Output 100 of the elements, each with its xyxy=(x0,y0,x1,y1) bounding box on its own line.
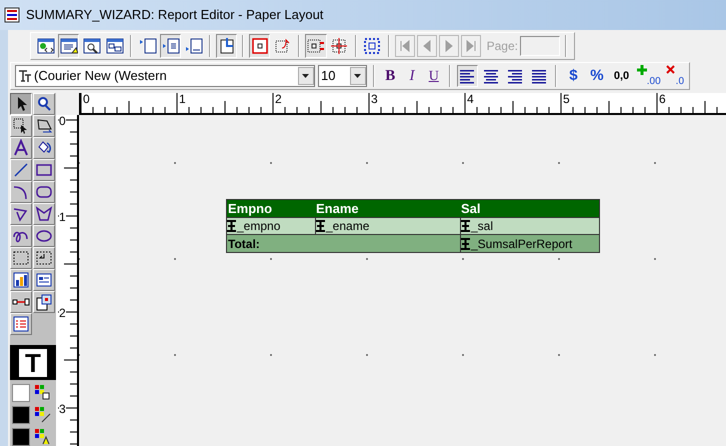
select-tool-button[interactable] xyxy=(10,93,32,115)
freehand-tool-button[interactable] xyxy=(10,225,32,247)
plus-icon xyxy=(636,65,647,75)
field-anchor-icon xyxy=(461,238,470,250)
square-arrow-icon xyxy=(274,37,292,55)
italic-button[interactable]: I xyxy=(402,65,422,87)
form-window-icon xyxy=(35,271,53,289)
repeating-frame-tool-button[interactable] xyxy=(33,247,55,269)
embedded-object-icon xyxy=(35,293,53,311)
total-label: Total: xyxy=(227,236,261,252)
body-section-button[interactable] xyxy=(160,34,182,58)
frame-tool-icon xyxy=(12,249,30,267)
reshape-tool-button[interactable] xyxy=(33,115,55,137)
web-source-icon xyxy=(36,37,55,55)
remove-decimal-button[interactable]: .0 xyxy=(664,65,686,87)
square-icon xyxy=(250,37,269,55)
text-color-palette-icon[interactable] xyxy=(34,428,52,446)
commas-button[interactable]: 0,0 xyxy=(610,65,633,87)
font-size-dropdown[interactable]: 10 xyxy=(318,65,367,87)
chart-tool-button[interactable] xyxy=(10,269,32,291)
align-left-icon xyxy=(458,67,476,85)
rectangle-tool-button[interactable] xyxy=(33,159,55,181)
text-tool-button[interactable] xyxy=(10,137,32,159)
polygon-tool-button[interactable] xyxy=(33,203,55,225)
move-cross-icon xyxy=(330,37,348,55)
ruler-number: 0 xyxy=(59,115,66,127)
align-left-button[interactable] xyxy=(457,65,478,87)
form-tool-button[interactable] xyxy=(33,269,55,291)
page-number-field[interactable] xyxy=(520,36,560,56)
align-justify-icon xyxy=(530,67,548,85)
underline-button[interactable]: U xyxy=(424,65,444,87)
ruler-number: 4 xyxy=(467,93,474,105)
square-button[interactable] xyxy=(249,34,270,58)
cross-icon xyxy=(666,65,676,75)
confine-icon xyxy=(218,37,236,55)
ruler-number: 3 xyxy=(59,403,66,415)
ruler-number: 1 xyxy=(59,211,66,223)
frame-select-tool-button[interactable] xyxy=(10,115,32,137)
ruler-number: 2 xyxy=(275,93,282,105)
ruler-number: 3 xyxy=(371,93,378,105)
margin-bottom-icon xyxy=(184,37,203,55)
text-color-swatch[interactable] xyxy=(12,428,30,446)
arc-tool-button[interactable] xyxy=(10,181,32,203)
paper-design-button[interactable] xyxy=(58,34,80,58)
rounded-rectangle-tool-button[interactable] xyxy=(33,181,55,203)
ruler-number: 6 xyxy=(659,93,666,105)
field-list-tool-button[interactable] xyxy=(10,313,32,335)
frame-tool-button[interactable] xyxy=(10,247,32,269)
align-center-icon xyxy=(482,67,500,85)
line-tool-icon xyxy=(12,161,30,179)
currency-button[interactable]: $ xyxy=(563,65,584,87)
summary-field-cell: _SumsalPerReport xyxy=(460,235,599,252)
ruler-number: 1 xyxy=(179,93,186,105)
field-anchor-icon xyxy=(316,220,325,232)
text-color-sample: T xyxy=(19,348,47,376)
percent-button[interactable]: % xyxy=(586,65,608,87)
column-header: Ename xyxy=(315,200,360,217)
fill-color-palette-icon[interactable] xyxy=(34,384,52,402)
ruler-number: 5 xyxy=(563,93,570,105)
page-label: Page: xyxy=(486,38,518,55)
line-tool-button[interactable] xyxy=(10,159,32,181)
field-cell: _empno xyxy=(227,218,315,234)
column-header: Empno xyxy=(227,200,274,217)
field-list-icon xyxy=(12,315,30,333)
fill-color-swatch[interactable] xyxy=(12,384,30,402)
ruler-number: 2 xyxy=(59,307,66,319)
add-decimal-button[interactable]: .00 xyxy=(636,65,662,87)
margin-top-icon xyxy=(138,37,157,55)
field-anchor-icon xyxy=(227,220,236,232)
align-right-icon xyxy=(506,67,524,85)
paper-design-icon xyxy=(60,37,78,55)
column-header: Sal xyxy=(460,200,482,217)
line-color-palette-icon[interactable] xyxy=(34,406,52,424)
magnify-icon xyxy=(35,95,53,113)
line-color-swatch[interactable] xyxy=(12,406,30,424)
magnify-tool-button[interactable] xyxy=(33,93,55,115)
select-frame-icon xyxy=(363,37,382,55)
field-anchor-icon xyxy=(461,220,470,232)
data-model-icon xyxy=(106,37,124,55)
confine-button[interactable] xyxy=(216,34,238,58)
font-icon xyxy=(18,69,32,83)
reshape-icon xyxy=(35,117,53,135)
preview-icon xyxy=(82,37,101,55)
text-tool-icon xyxy=(12,139,30,157)
ole-tool-button[interactable] xyxy=(33,291,55,313)
polygon-tool-icon xyxy=(35,205,53,223)
font-dropdown[interactable]: (Courier New (Western xyxy=(15,65,315,87)
repeating-frame-tool-icon xyxy=(35,249,53,267)
rotate-tool-button[interactable] xyxy=(33,137,55,159)
ellipse-tool-button[interactable] xyxy=(33,225,55,247)
body-section-icon xyxy=(162,37,180,55)
link-tool-button[interactable] xyxy=(10,291,32,313)
align-objects-icon xyxy=(306,37,325,55)
report-app-icon xyxy=(4,6,22,24)
window-title: SUMMARY_WIZARD: Report Editor - Paper Layout xyxy=(26,6,324,24)
bar-chart-icon xyxy=(12,271,30,289)
ruler-number: 0 xyxy=(83,93,90,105)
bold-button[interactable]: B xyxy=(380,65,400,87)
align-objects-button[interactable] xyxy=(305,34,327,58)
polyline-tool-button[interactable] xyxy=(10,203,32,225)
